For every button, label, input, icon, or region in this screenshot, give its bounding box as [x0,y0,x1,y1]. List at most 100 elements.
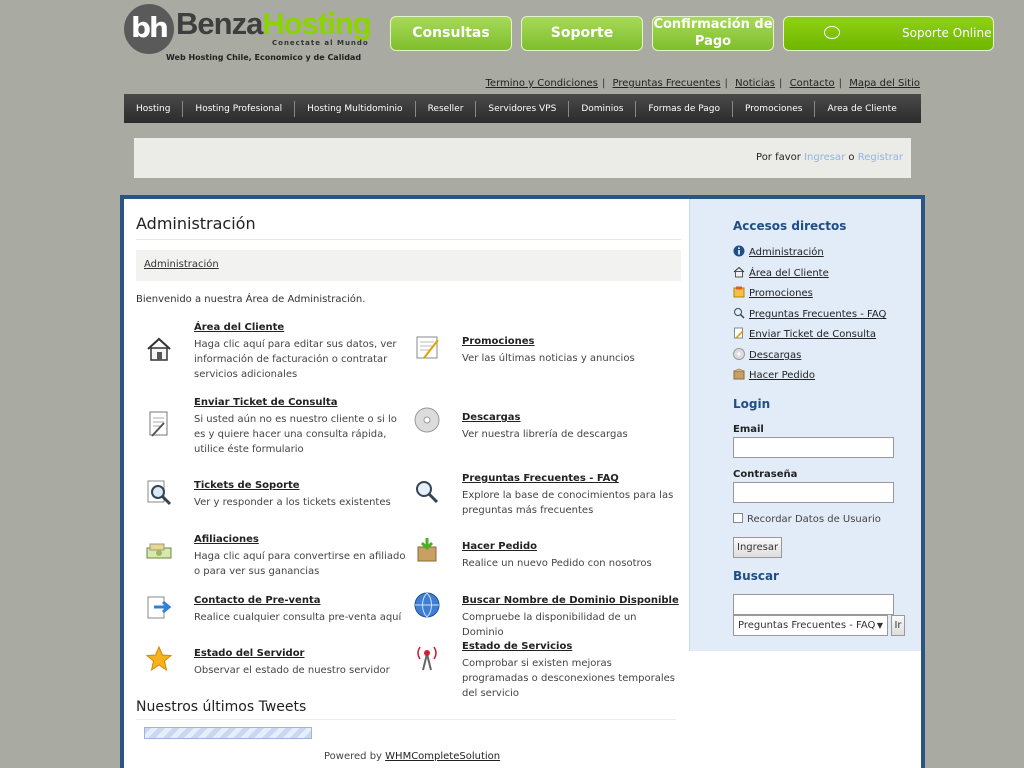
chevron-down-icon: ▼ [876,621,883,630]
antenna-icon [417,646,437,671]
toplink-faq[interactable]: Preguntas Frecuentes [613,78,721,89]
nav-hosting-multidominio[interactable]: Hosting Multidominio [295,100,416,117]
content-container: Administración Administración Bienvenido… [120,195,925,768]
ticket-edit-icon [149,411,168,437]
tile-desc: Comprobar si existen mejoras programadas… [462,658,675,699]
toplink-noticias[interactable]: Noticias [735,78,775,89]
money-icon [146,543,172,559]
tile-title[interactable]: Área del Cliente [194,322,284,333]
sidebar-link-promociones[interactable]: Promociones [733,286,813,299]
soporte-online-button[interactable]: Soporte Online [783,16,994,51]
sidebar-link-administracion[interactable]: Administración [733,245,824,258]
sidebar-link-label: Descargas [749,350,802,361]
remember-label: Recordar Datos de Usuario [747,514,881,525]
sidebar-link-label: Enviar Ticket de Consulta [749,329,877,340]
tile-desc: Ver las últimas noticias y anuncios [462,353,635,364]
search-title: Buscar [733,569,779,583]
password-field[interactable] [733,482,894,503]
tweets-loading-bar [144,727,312,739]
tile-title[interactable]: Buscar Nombre de Dominio Disponible [462,595,679,606]
disc-icon [733,348,745,360]
tile-title[interactable]: Hacer Pedido [462,541,537,552]
nav-area-cliente[interactable]: Area de Cliente [815,101,908,117]
sidebar: Accesos directos Administración Área del… [689,199,921,651]
login-title: Login [733,397,771,411]
registrar-link[interactable]: Registrar [858,152,903,163]
brand-logo[interactable]: bh BenzaHosting Conectate al Mundo Web H… [124,4,386,66]
sidebar-link-label: Preguntas Frecuentes - FAQ [749,309,887,320]
tile-desc: Realice un nuevo Pedido con nosotros [462,558,652,569]
search-go-button[interactable]: Ir [891,615,905,636]
sidebar-link-area-cliente[interactable]: Área del Cliente [733,266,829,279]
breadcrumb-admin[interactable]: Administración [144,259,219,270]
nav-reseller[interactable]: Reseller [416,100,477,117]
nav-servidores-vps[interactable]: Servidores VPS [476,100,570,117]
password-label: Contraseña [733,469,798,480]
tile-title[interactable]: Tickets de Soporte [194,480,300,491]
tile-title[interactable]: Preguntas Frecuentes - FAQ [462,473,619,484]
consultas-button[interactable]: Consultas [390,16,512,51]
magnifier-icon [734,308,745,319]
sidebar-link-label: Administración [749,247,824,258]
tile-title[interactable]: Afiliaciones [194,534,259,545]
ingresar-link[interactable]: Ingresar [804,152,845,163]
tile-desc: Realice cualquier consulta pre-venta aqu… [194,612,402,623]
toplink-terminos[interactable]: Termino y Condiciones [486,78,598,89]
sidebar-link-hacer-pedido[interactable]: Hacer Pedido [733,368,815,381]
confirmacion-pago-button[interactable]: Confirmación de Pago [652,16,774,51]
nav-dominios[interactable]: Dominios [569,100,637,117]
tile-desc: Haga clic aquí para editar sus datos, ve… [194,339,397,380]
logo-subtitle: Web Hosting Chile, Economico y de Calida… [166,53,362,62]
remember-checkbox[interactable]: Recordar Datos de Usuario [733,513,881,525]
main-nav: Hosting Hosting Profesional Hosting Mult… [124,94,921,123]
powered-link[interactable]: WHMCompleteSolution [385,751,500,762]
package-icon [417,538,437,562]
toplink-contacto[interactable]: Contacto [790,78,835,89]
welcome-text: Bienvenido a nuestra Área de Administrac… [136,294,366,305]
sidebar-link-label: Promociones [749,288,813,299]
nav-hosting[interactable]: Hosting [124,100,184,117]
email-field[interactable] [733,437,894,458]
tile-title[interactable]: Contacto de Pre-venta [194,595,320,606]
sidebar-link-label: Hacer Pedido [749,370,816,381]
magnifier-icon [416,481,439,504]
globe-icon [414,592,440,618]
tile-title[interactable]: Estado del Servidor [194,648,305,659]
soporte-button[interactable]: Soporte [521,16,643,51]
page-title: Administración [136,214,681,240]
login-prompt-prefix: Por favor [756,152,801,163]
nav-formas-pago[interactable]: Formas de Pago [636,100,734,117]
sidebar-link-enviar-ticket[interactable]: Enviar Ticket de Consulta [733,327,876,340]
tile-title[interactable]: Estado de Servicios [462,641,572,652]
tile-desc: Ver nuestra librería de descargas [462,429,628,440]
star-icon [145,645,173,672]
sidebar-link-faq[interactable]: Preguntas Frecuentes - FAQ [733,307,886,320]
logo-tagline: Conectate al Mundo [272,39,369,47]
top-links: Termino y Condiciones | Preguntas Frecuen… [485,78,920,89]
main-content: Administración Administración Bienvenido… [136,199,681,305]
toplink-mapa[interactable]: Mapa del Sitio [849,78,920,89]
accesos-title: Accesos directos [733,219,847,233]
tile-title[interactable]: Promociones [462,336,535,347]
promo-icon [733,286,745,298]
logo-mark: bh [124,4,174,54]
package-icon [733,368,745,380]
checkbox-box[interactable] [733,513,743,523]
breadcrumb: Administración [136,250,681,281]
logo-benza: Benza [176,6,263,41]
arrow-doc-icon [147,596,172,619]
tile-title[interactable]: Descargas [462,412,521,423]
search-scope-select[interactable]: Preguntas Frecuentes - FAQ ▼ [733,615,888,636]
tile-title[interactable]: Enviar Ticket de Consulta [194,397,337,408]
info-icon [733,245,745,257]
login-prompt-or: o [848,152,855,163]
nav-hosting-profesional[interactable]: Hosting Profesional [183,100,296,117]
search-doc-icon [147,480,172,506]
tweets-heading: Nuestros últimos Tweets [136,699,676,720]
ticket-edit-icon [734,327,744,339]
login-button[interactable]: Ingresar [733,537,783,558]
sidebar-link-descargas[interactable]: Descargas [733,348,801,361]
nav-promociones[interactable]: Promociones [733,100,816,117]
search-input[interactable] [733,594,894,615]
disc-icon [414,407,440,433]
